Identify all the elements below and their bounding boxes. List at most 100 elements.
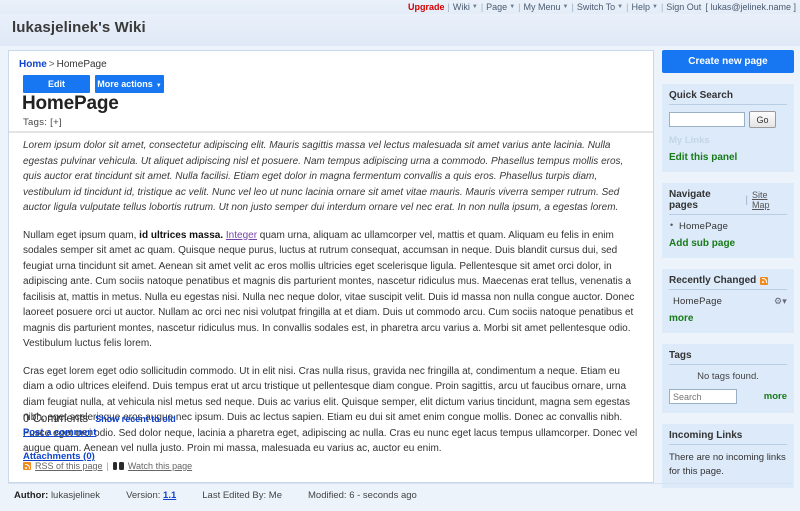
more-actions-label: More actions <box>97 79 153 89</box>
sign-out-link[interactable]: Sign Out <box>666 2 701 12</box>
quick-search-title: Quick Search <box>669 90 787 105</box>
edit-button[interactable]: Edit <box>23 75 90 93</box>
binoculars-icon <box>112 462 124 470</box>
status-modified: Modified: 6 - seconds ago <box>308 490 417 501</box>
create-new-page-button[interactable]: Create new page <box>662 50 794 73</box>
chevron-down-icon: ▼ <box>509 4 516 10</box>
page-status-bar: Author: lukasjelinek Version: 1.1 Last E… <box>8 483 792 507</box>
incoming-links-message: There are no incoming links for this pag… <box>669 452 786 477</box>
paragraph-2: Nullam eget ipsum quam, id ultrices mass… <box>23 228 641 352</box>
gear-icon[interactable]: ⚙▾ <box>774 296 787 307</box>
navigate-pages-title: Navigate pages | Site Map <box>669 189 787 215</box>
tags-search-row: more <box>669 389 787 404</box>
tags-more-link[interactable]: more <box>764 391 787 402</box>
status-author-value: lukasjelinek <box>50 490 101 501</box>
edit-this-panel-link[interactable]: Edit this panel <box>669 152 787 163</box>
recently-changed-title: Recently Changed <box>669 275 787 290</box>
recently-changed-label: Recently Changed <box>669 275 757 286</box>
chevron-down-icon: ▼ <box>617 4 624 10</box>
nav-menu-my-menu[interactable]: My Menu <box>524 2 561 12</box>
nav-menu-switch-to[interactable]: Switch To <box>577 2 615 12</box>
breadcrumb-separator: > <box>48 59 55 70</box>
status-author-label: Author: <box>14 490 49 501</box>
rss-icon[interactable] <box>760 276 769 285</box>
tags-empty-message: No tags found. <box>697 371 759 382</box>
paragraph-2-bold: id ultrices massa. <box>139 229 224 241</box>
top-navigation-bar: Upgrade | Wiki ▼ | Page ▼ | My Menu ▼ | … <box>0 0 800 14</box>
paragraph-1: Lorem ipsum dolor sit amet, consectetur … <box>23 140 624 213</box>
status-version-label: Version: <box>126 490 161 501</box>
comments-section: 0 Comments Show recent to old Post a com… <box>23 413 623 438</box>
nav-menu-wiki[interactable]: Wiki <box>453 2 470 12</box>
paragraph-2-text-after: quam urna, aliquam ac ullamcorper vel, m… <box>23 229 635 350</box>
status-last-edited-value: Me <box>268 490 282 501</box>
comments-sort-link[interactable]: Show recent to old <box>95 414 176 424</box>
chevron-down-icon: ▼ <box>471 4 478 10</box>
paragraph-2-text-before: Nullam eget ipsum quam, <box>23 229 140 241</box>
page-action-toolbar: Edit More actions ▼ <box>23 75 164 93</box>
status-modified-value: 6 - seconds ago <box>349 490 417 501</box>
rss-of-this-page-link[interactable]: RSS of this page <box>35 461 103 471</box>
status-modified-label: Modified: <box>308 490 347 501</box>
rss-icon <box>23 462 31 470</box>
watch-this-page-link[interactable]: Watch this page <box>128 461 192 471</box>
main-content-panel: Home > HomePage Edit More actions ▼ HomePag… <box>8 50 654 483</box>
status-author: Author: lukasjelinek <box>14 490 100 501</box>
nav-menu-help[interactable]: Help <box>631 2 650 12</box>
navigate-pages-label: Navigate pages <box>669 189 711 211</box>
incoming-links-panel: Incoming Links There are no incoming lin… <box>662 424 794 488</box>
navigate-pages-list: HomePage <box>669 220 787 232</box>
right-sidebar: Create new page Quick Search Go My Links… <box>662 50 794 488</box>
quick-search-input[interactable] <box>669 112 745 127</box>
nav-divider: | <box>626 2 629 12</box>
comments-header: 0 Comments Show recent to old <box>23 413 623 425</box>
post-comment-link[interactable]: Post a comment <box>23 427 623 438</box>
status-last-edited: Last Edited By: Me <box>202 490 282 501</box>
title-divider <box>9 131 653 133</box>
status-version: Version: 1.1 <box>126 490 176 501</box>
comments-count: 0 Comments <box>23 413 89 425</box>
list-item[interactable]: HomePage ⚙▾ <box>669 296 787 307</box>
nav-menu-page[interactable]: Page <box>486 2 507 12</box>
quick-search-panel: Quick Search Go My Links Edit this panel <box>662 84 794 172</box>
recently-changed-panel: Recently Changed HomePage ⚙▾ more <box>662 269 794 333</box>
site-header: lukasjelinek's Wiki <box>0 14 800 46</box>
my-links-heading: My Links <box>669 135 710 146</box>
breadcrumb-current: HomePage <box>56 59 107 70</box>
chevron-down-icon: ▼ <box>562 4 569 10</box>
chevron-down-icon: ▼ <box>155 83 162 89</box>
add-sub-page-link[interactable]: Add sub page <box>669 238 787 249</box>
recently-changed-page-name: HomePage <box>673 296 723 307</box>
tags-search-input[interactable] <box>669 389 737 404</box>
site-map-link[interactable]: Site Map <box>752 190 787 210</box>
navigate-pages-panel: Navigate pages | Site Map HomePage Add s… <box>662 183 794 258</box>
recently-changed-more-link[interactable]: more <box>669 313 787 324</box>
page-tags-toggle[interactable]: Tags: [+] <box>23 117 62 128</box>
tags-title: Tags <box>669 350 787 365</box>
quick-search-row: Go <box>669 111 787 128</box>
status-version-link[interactable]: 1.1 <box>163 490 176 501</box>
nav-divider: | <box>660 2 664 12</box>
chevron-down-icon: ▼ <box>651 4 658 10</box>
site-title: lukasjelinek's Wiki <box>12 19 146 36</box>
breadcrumb: Home > HomePage <box>19 59 107 70</box>
quick-search-go-button[interactable]: Go <box>749 111 776 128</box>
nav-divider: | <box>571 2 574 12</box>
status-last-edited-label: Last Edited By: <box>202 490 267 501</box>
footer-divider: | <box>106 461 109 471</box>
tags-panel: Tags No tags found. more <box>662 344 794 413</box>
content-footer-links: RSS of this page | Watch this page <box>23 461 192 471</box>
page-title: HomePage <box>22 93 119 114</box>
incoming-links-title: Incoming Links <box>669 430 787 445</box>
list-item[interactable]: HomePage <box>669 220 787 232</box>
nav-divider: | <box>518 2 521 12</box>
inline-link-integer[interactable]: Integer <box>226 230 257 241</box>
breadcrumb-home[interactable]: Home <box>19 59 47 70</box>
paragraph-3: Cras eget lorem eget odio sollicitudin c… <box>23 365 638 455</box>
title-divider: | <box>745 194 748 206</box>
current-user-email: [ lukas@jelinek.name ] <box>705 2 796 12</box>
more-actions-button[interactable]: More actions ▼ <box>95 75 164 93</box>
nav-divider: | <box>447 2 450 12</box>
upgrade-link[interactable]: Upgrade <box>408 2 445 12</box>
nav-divider: | <box>480 2 484 12</box>
